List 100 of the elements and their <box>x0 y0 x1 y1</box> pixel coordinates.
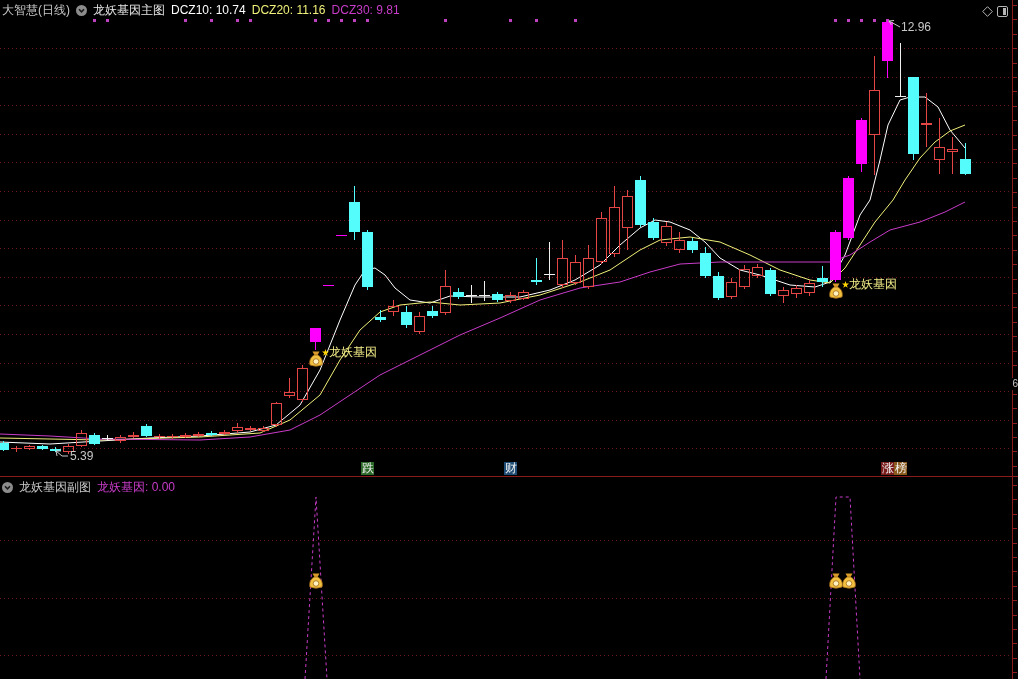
panel-toggle-icon[interactable] <box>997 6 1008 17</box>
candlestick <box>154 433 165 440</box>
signal-marker-icon <box>847 19 850 22</box>
candlestick <box>921 92 932 148</box>
candlestick <box>817 265 828 288</box>
candlestick <box>115 434 126 444</box>
signal-marker-icon <box>106 19 109 22</box>
candlestick <box>50 446 61 453</box>
signal-marker-icon <box>236 19 239 22</box>
candlestick <box>479 280 490 302</box>
candlestick <box>583 244 594 290</box>
diamond-icon[interactable] <box>982 6 993 17</box>
candlestick <box>388 299 399 317</box>
candlestick <box>635 175 646 228</box>
legend-value: DCZ10: 10.74 <box>171 3 246 18</box>
signal-marker-icon <box>535 19 538 22</box>
candlestick <box>310 327 321 351</box>
indicator-reading: 龙妖基因: 0.00 <box>97 480 176 495</box>
candlestick <box>726 277 737 300</box>
signal-marker-icon <box>509 19 512 22</box>
candlestick <box>401 305 412 329</box>
pointer-arrow-icon <box>888 20 901 28</box>
candlestick <box>206 430 217 437</box>
candlestick <box>297 364 308 403</box>
candlestick <box>427 305 438 319</box>
indicator-name: 龙妖基因主图 <box>93 3 165 18</box>
candlestick <box>739 264 750 290</box>
candlestick <box>232 422 243 434</box>
candlestick <box>180 432 191 439</box>
candlestick <box>505 291 516 304</box>
signal-marker-icon <box>314 19 317 22</box>
candlestick <box>830 229 841 283</box>
candlestick <box>687 237 698 254</box>
signal-marker-icon <box>886 19 889 22</box>
candlestick <box>11 445 22 453</box>
candlestick <box>284 377 295 399</box>
candlestick <box>778 286 789 304</box>
signal-marker-icon <box>873 19 876 22</box>
indicator-name: 龙妖基因副图 <box>19 480 91 495</box>
candlestick <box>674 231 685 254</box>
candlestick <box>700 246 711 279</box>
candlestick <box>0 440 9 452</box>
candlestick <box>492 291 503 303</box>
event-tag: 财 <box>504 462 517 475</box>
chart-title: 大智慧(日线) <box>2 3 70 18</box>
candlestick <box>245 425 256 432</box>
signal-label: 龙妖基因 <box>849 277 897 291</box>
candlestick <box>713 271 724 301</box>
candlestick <box>271 401 282 428</box>
signal-marker-icon <box>340 19 343 22</box>
signal-marker-icon <box>210 19 213 22</box>
candlestick <box>323 284 334 287</box>
candlestick <box>531 257 542 286</box>
dropdown-chevron-icon[interactable] <box>76 5 87 16</box>
signal-marker-icon <box>93 19 96 22</box>
candlestick <box>661 221 672 247</box>
money-bag-icon <box>829 573 843 589</box>
candlestick <box>895 42 906 98</box>
candlestick <box>24 444 35 451</box>
candlestick <box>596 211 607 265</box>
candlestick <box>843 175 854 241</box>
dropdown-chevron-icon[interactable] <box>2 482 13 493</box>
candlestick <box>258 425 269 433</box>
candlestick <box>804 279 815 297</box>
candlestick <box>102 434 113 442</box>
candlestick <box>752 263 763 279</box>
signal-label: 龙妖基因 <box>329 345 377 359</box>
legend-value: DCZ20: 11.16 <box>251 3 326 18</box>
candlestick <box>141 423 152 438</box>
candlestick <box>453 287 464 300</box>
candlestick <box>856 117 867 173</box>
money-bag-icon <box>842 573 856 589</box>
candlestick <box>622 189 633 251</box>
signal-marker-icon <box>353 19 356 22</box>
candlestick <box>570 254 581 286</box>
candlestick <box>791 284 802 299</box>
signal-marker-icon <box>366 19 369 22</box>
candlestick <box>219 429 230 436</box>
money-bag-icon <box>309 351 323 367</box>
candlestick <box>557 239 568 289</box>
candlestick <box>362 229 373 291</box>
price-low-label: 5.39 <box>70 449 94 463</box>
candlestick <box>466 284 477 304</box>
star-icon <box>322 349 329 356</box>
pointer-arrow-icon <box>55 450 69 457</box>
axis-label: 6 <box>1011 378 1018 390</box>
candlestick <box>167 433 178 440</box>
candlestick <box>193 431 204 438</box>
signal-marker-icon <box>834 19 837 22</box>
signal-marker-icon <box>860 19 863 22</box>
candlestick <box>414 311 425 335</box>
candlestick <box>336 234 347 237</box>
money-bag-icon <box>829 283 843 299</box>
candlestick <box>765 267 776 297</box>
candlestick <box>947 136 958 175</box>
candlestick <box>960 142 971 176</box>
event-tag: 榜 <box>894 462 907 475</box>
event-tag: 涨 <box>881 462 894 475</box>
candlestick <box>544 241 555 281</box>
legend-value: DCZ30: 9.81 <box>331 3 400 18</box>
